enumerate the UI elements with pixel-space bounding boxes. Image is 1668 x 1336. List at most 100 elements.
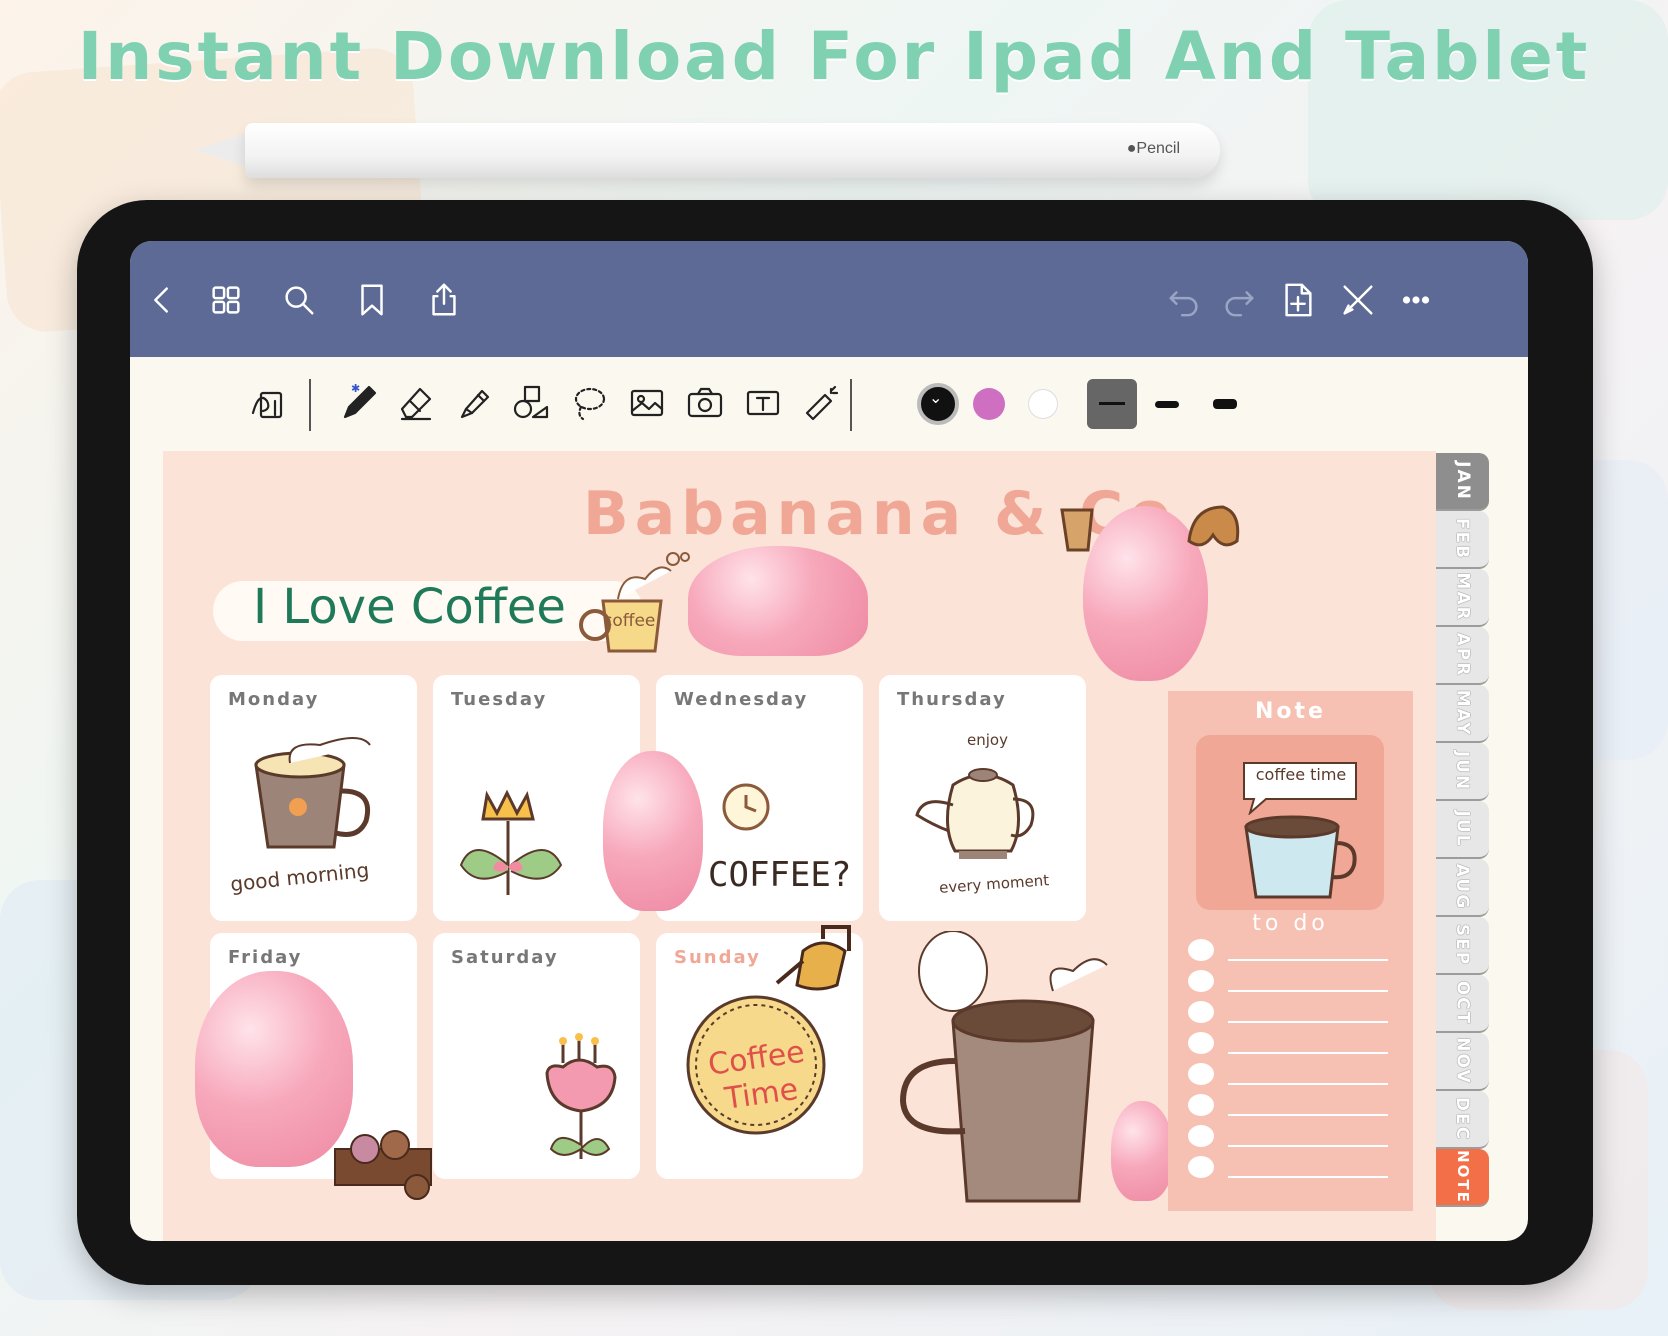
todo-line[interactable] bbox=[1228, 1145, 1388, 1147]
highlighter-icon[interactable] bbox=[450, 379, 498, 427]
add-page-icon[interactable] bbox=[1274, 276, 1322, 324]
month-tab-feb[interactable]: FEB bbox=[1436, 511, 1489, 569]
todo-checkbox[interactable] bbox=[1188, 1156, 1214, 1178]
pencil-brand-text: Pencil bbox=[1136, 140, 1180, 157]
app-navbar bbox=[130, 241, 1528, 357]
month-tabs: JAN FEB MAR APR MAY JUN JUL AUG SEP OCT NOV DEC NOTE bbox=[1436, 451, 1491, 1241]
month-tab-aug[interactable]: AUG bbox=[1436, 859, 1489, 917]
todo-checkbox[interactable] bbox=[1188, 1063, 1214, 1085]
color-swatch-black[interactable] bbox=[917, 383, 959, 425]
share-icon[interactable] bbox=[420, 276, 468, 324]
todo-line[interactable] bbox=[1228, 1176, 1388, 1178]
month-tab-label: JUL bbox=[1452, 810, 1473, 848]
note-box[interactable]: coffee time bbox=[1196, 735, 1384, 910]
small-pink-blob bbox=[1111, 1101, 1173, 1201]
stroke-width-medium[interactable] bbox=[1155, 401, 1179, 408]
eraser-icon[interactable] bbox=[392, 379, 440, 427]
headline: Instant Download For Ipad And Tablet bbox=[77, 18, 1591, 95]
banner-title: I Love Coffee bbox=[253, 579, 566, 635]
handwriting-convert-icon[interactable] bbox=[245, 379, 293, 427]
lasso-icon[interactable] bbox=[565, 379, 613, 427]
day-label: Thursday bbox=[897, 689, 1007, 710]
todo-row[interactable] bbox=[1188, 939, 1393, 963]
more-icon[interactable] bbox=[1392, 276, 1440, 324]
month-tab-sep[interactable]: SEP bbox=[1436, 917, 1489, 975]
todo-row[interactable] bbox=[1188, 1032, 1393, 1056]
undo-icon[interactable] bbox=[1160, 276, 1208, 324]
coffee-cup-icon bbox=[1060, 508, 1094, 552]
todo-row[interactable] bbox=[1188, 970, 1393, 994]
month-tab-dec[interactable]: DEC bbox=[1436, 1091, 1489, 1149]
month-tab-label: SEP bbox=[1452, 923, 1473, 967]
image-icon[interactable] bbox=[623, 379, 671, 427]
grid-icon[interactable] bbox=[202, 276, 250, 324]
todo-checkbox[interactable] bbox=[1188, 970, 1214, 992]
stroke-width-thin[interactable] bbox=[1087, 379, 1137, 429]
todo-checkbox[interactable] bbox=[1188, 1094, 1214, 1116]
todo-line[interactable] bbox=[1228, 959, 1388, 961]
month-tab-jan[interactable]: JAN bbox=[1436, 453, 1489, 511]
month-tab-oct[interactable]: OCT bbox=[1436, 975, 1489, 1033]
pink-blob-dizzy bbox=[603, 751, 703, 911]
donut-tray-icon bbox=[334, 1130, 432, 1200]
todo-line[interactable] bbox=[1228, 1114, 1388, 1116]
color-swatch-pink[interactable] bbox=[973, 388, 1005, 420]
month-tab-jun[interactable]: JUN bbox=[1436, 743, 1489, 801]
month-tab-mar[interactable]: MAR bbox=[1436, 569, 1489, 627]
todo-row[interactable] bbox=[1188, 1125, 1393, 1149]
day-card-monday[interactable]: Monday good morning bbox=[210, 675, 417, 921]
planner-page[interactable]: Babanana & Co I Love Coffee coffee Monda… bbox=[163, 451, 1489, 1241]
day-label: Friday bbox=[228, 947, 303, 968]
day-label: Sunday bbox=[674, 947, 761, 968]
todo-checkbox[interactable] bbox=[1188, 1001, 1214, 1023]
pencil-body: ●Pencil bbox=[245, 123, 1220, 178]
speech-bubble-icon bbox=[1243, 762, 1357, 815]
color-swatch-white[interactable] bbox=[1028, 389, 1058, 419]
month-tab-jul[interactable]: JUL bbox=[1436, 801, 1489, 859]
pen-icon[interactable] bbox=[335, 379, 383, 427]
coffee-mug-illustration bbox=[254, 737, 371, 849]
day-card-saturday[interactable]: Saturday bbox=[433, 933, 640, 1179]
month-tab-label: AUG bbox=[1452, 863, 1473, 911]
todo-line[interactable] bbox=[1228, 1052, 1388, 1054]
month-tab-apr[interactable]: APR bbox=[1436, 627, 1489, 685]
todo-row[interactable] bbox=[1188, 1156, 1393, 1180]
tulip-illustration bbox=[545, 1033, 617, 1159]
todo-line[interactable] bbox=[1228, 1083, 1388, 1085]
bookmark-icon[interactable] bbox=[348, 276, 396, 324]
shapes-icon[interactable] bbox=[507, 379, 555, 427]
month-tab-may[interactable]: MAY bbox=[1436, 685, 1489, 743]
wednesday-art-text: COFFEE? bbox=[708, 855, 852, 895]
todo-row[interactable] bbox=[1188, 1094, 1393, 1118]
alarm-clock-icon bbox=[722, 783, 770, 831]
search-icon[interactable] bbox=[275, 276, 323, 324]
pink-blob-reading bbox=[195, 971, 353, 1167]
cup-label: coffee bbox=[603, 611, 656, 631]
todo-line[interactable] bbox=[1228, 1021, 1388, 1023]
month-tab-note[interactable]: NOTE bbox=[1436, 1149, 1489, 1207]
todo-title: to do bbox=[1252, 911, 1329, 936]
todo-row[interactable] bbox=[1188, 1063, 1393, 1087]
drawing-toolbar: ✱ bbox=[130, 357, 1528, 451]
camera-icon[interactable] bbox=[681, 379, 729, 427]
stroke-width-thick[interactable] bbox=[1213, 399, 1237, 409]
month-tab-label: JUN bbox=[1452, 750, 1473, 792]
redo-icon[interactable] bbox=[1215, 276, 1263, 324]
month-tab-label: MAY bbox=[1452, 689, 1473, 737]
month-tab-label: APR bbox=[1452, 632, 1473, 678]
day-card-thursday[interactable]: Thursday enjoy every moment bbox=[879, 675, 1086, 921]
close-icon[interactable] bbox=[1334, 276, 1382, 324]
todo-checkbox[interactable] bbox=[1188, 939, 1214, 961]
todo-checkbox[interactable] bbox=[1188, 1032, 1214, 1054]
polka-dot-cup-icon bbox=[1244, 815, 1357, 899]
todo-checkbox[interactable] bbox=[1188, 1125, 1214, 1147]
text-icon[interactable] bbox=[739, 379, 787, 427]
note-bubble-text: coffee time bbox=[1255, 765, 1347, 784]
toolbar-divider bbox=[309, 379, 311, 431]
todo-row[interactable] bbox=[1188, 1001, 1393, 1025]
month-tab-nov[interactable]: NOV bbox=[1436, 1033, 1489, 1091]
month-tab-label: NOV bbox=[1452, 1037, 1473, 1085]
back-icon[interactable] bbox=[138, 276, 186, 324]
todo-line[interactable] bbox=[1228, 990, 1388, 992]
laser-pointer-icon[interactable] bbox=[797, 379, 845, 427]
